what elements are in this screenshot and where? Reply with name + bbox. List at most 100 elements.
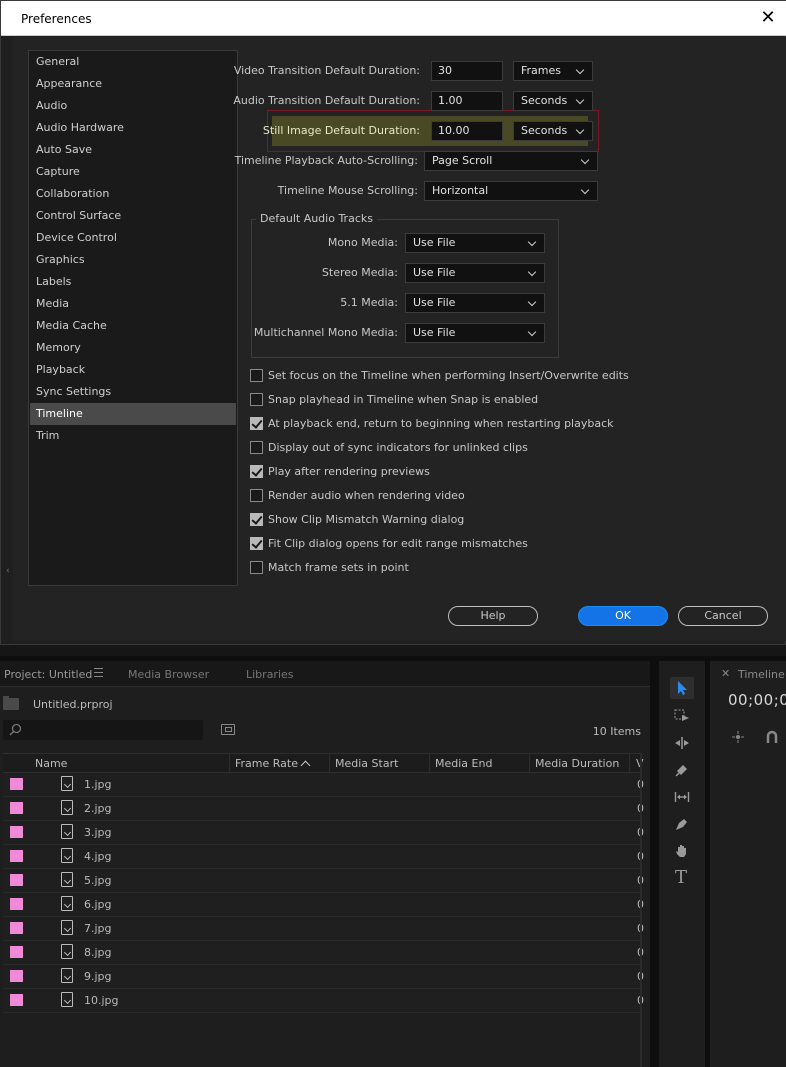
razor-tool[interactable]: [670, 759, 694, 781]
unchecked-checkbox[interactable]: [250, 440, 263, 454]
label-color-swatch[interactable]: [10, 970, 23, 982]
search-input[interactable]: [3, 720, 203, 740]
category-item-sync-settings[interactable]: Sync Settings: [30, 381, 236, 403]
option-checkbox-row[interactable]: Set focus on the Timeline when performin…: [250, 367, 629, 383]
option-checkbox-row[interactable]: Match frame sets in point: [250, 559, 409, 575]
hand-tool[interactable]: [670, 840, 694, 862]
table-row[interactable]: 10.jpg0: [3, 989, 644, 1013]
timeline-timecode[interactable]: 00;00;0: [728, 691, 786, 709]
category-item-device-control[interactable]: Device Control: [30, 227, 236, 249]
pen-icon: [676, 819, 687, 830]
category-item-media-cache[interactable]: Media Cache: [30, 315, 236, 337]
file-name: 5.jpg: [84, 874, 112, 887]
insert-sequence-icon[interactable]: [731, 730, 745, 744]
option-checkbox-row[interactable]: Render audio when rendering video: [250, 487, 465, 503]
table-row[interactable]: 4.jpg0: [3, 845, 644, 869]
snap-magnet-icon[interactable]: [766, 730, 778, 744]
close-button[interactable]: ✕: [757, 7, 779, 29]
track-select-tool[interactable]: [670, 705, 694, 727]
label-color-swatch[interactable]: [10, 874, 23, 886]
option-checkbox-row[interactable]: Play after rendering previews: [250, 463, 430, 479]
ripple-edit-tool[interactable]: [670, 732, 694, 754]
cancel-button[interactable]: Cancel: [678, 606, 768, 626]
new-bin-icon[interactable]: [221, 724, 235, 735]
video-transition-input[interactable]: 30: [431, 61, 503, 81]
column-media-duration[interactable]: Media Duration: [535, 757, 619, 770]
category-item-labels[interactable]: Labels: [30, 271, 236, 293]
label-color-swatch[interactable]: [10, 802, 23, 814]
pen-tool[interactable]: [670, 813, 694, 835]
unchecked-checkbox[interactable]: [250, 368, 263, 382]
mouse-scrolling-dropdown[interactable]: Horizontal: [424, 181, 598, 201]
selection-tool[interactable]: [670, 677, 694, 699]
timeline-close-button[interactable]: ✕: [721, 667, 730, 680]
table-row[interactable]: 7.jpg0: [3, 917, 644, 941]
option-checkbox-row[interactable]: At playback end, return to beginning whe…: [250, 415, 614, 431]
video-transition-unit-dropdown[interactable]: Frames: [513, 61, 593, 81]
option-checkbox-row[interactable]: Display out of sync indicators for unlin…: [250, 439, 528, 455]
checked-checkbox[interactable]: [250, 464, 263, 478]
label-color-swatch[interactable]: [10, 922, 23, 934]
column-name[interactable]: Name: [35, 757, 67, 770]
slip-tool[interactable]: [670, 786, 694, 808]
checked-checkbox[interactable]: [250, 416, 263, 430]
table-row[interactable]: 3.jpg0: [3, 821, 644, 845]
mono-media-dropdown[interactable]: Use File: [405, 233, 545, 253]
still-image-input[interactable]: 10.00: [431, 121, 503, 141]
category-item-media[interactable]: Media: [30, 293, 236, 315]
category-item-memory[interactable]: Memory: [30, 337, 236, 359]
label-color-swatch[interactable]: [10, 826, 23, 838]
table-row[interactable]: 2.jpg0: [3, 797, 644, 821]
table-row[interactable]: 6.jpg0: [3, 893, 644, 917]
column-frame-rate[interactable]: Frame Rate: [235, 757, 298, 770]
project-bin-icon: [3, 696, 19, 710]
file-name: 6.jpg: [84, 898, 112, 911]
category-item-control-surface[interactable]: Control Surface: [30, 205, 236, 227]
type-tool[interactable]: T: [670, 867, 694, 889]
category-item-trim[interactable]: Trim: [30, 425, 236, 447]
label-color-swatch[interactable]: [10, 946, 23, 958]
category-item-graphics[interactable]: Graphics: [30, 249, 236, 271]
category-item-playback[interactable]: Playback: [30, 359, 236, 381]
unchecked-checkbox[interactable]: [250, 488, 263, 502]
vertical-scrollbar[interactable]: [640, 753, 642, 1067]
tab-media-browser[interactable]: Media Browser: [128, 668, 209, 681]
still-image-unit-dropdown[interactable]: Seconds: [513, 121, 593, 141]
label-color-swatch[interactable]: [10, 994, 23, 1006]
column-media-end[interactable]: Media End: [435, 757, 492, 770]
column-media-start[interactable]: Media Start: [335, 757, 398, 770]
file-name: 1.jpg: [84, 778, 112, 791]
label-color-swatch[interactable]: [10, 850, 23, 862]
unchecked-checkbox[interactable]: [250, 560, 263, 574]
tab-project[interactable]: Project: Untitled: [4, 668, 92, 681]
table-row[interactable]: 9.jpg0: [3, 965, 644, 989]
label-color-swatch[interactable]: [10, 898, 23, 910]
multichannel-media-dropdown[interactable]: Use File: [405, 323, 545, 343]
mono-media-label: Mono Media:: [327, 236, 398, 249]
category-item-timeline[interactable]: Timeline: [30, 403, 236, 425]
table-row[interactable]: 1.jpg0: [3, 773, 644, 797]
image-file-icon: [61, 872, 73, 887]
stereo-media-dropdown[interactable]: Use File: [405, 263, 545, 283]
scroll-marker[interactable]: ‹: [6, 566, 10, 576]
label-color-swatch[interactable]: [10, 778, 23, 790]
option-checkbox-row[interactable]: Snap playhead in Timeline when Snap is e…: [250, 391, 538, 407]
auto-scrolling-label: Timeline Playback Auto-Scrolling:: [234, 154, 418, 167]
ok-button[interactable]: OK: [578, 606, 668, 626]
panel-menu-icon[interactable]: [94, 668, 103, 677]
help-button[interactable]: Help: [448, 606, 538, 626]
auto-scrolling-dropdown[interactable]: Page Scroll: [424, 151, 598, 171]
unchecked-checkbox[interactable]: [250, 392, 263, 406]
audio-transition-label: Audio Transition Default Duration:: [233, 94, 420, 107]
five-one-media-dropdown[interactable]: Use File: [405, 293, 545, 313]
checked-checkbox[interactable]: [250, 512, 263, 526]
tab-libraries[interactable]: Libraries: [246, 668, 294, 681]
timeline-title[interactable]: Timeline:: [738, 668, 786, 681]
audio-transition-unit-dropdown[interactable]: Seconds: [513, 91, 593, 111]
option-checkbox-row[interactable]: Fit Clip dialog opens for edit range mis…: [250, 535, 528, 551]
checked-checkbox[interactable]: [250, 536, 263, 550]
table-row[interactable]: 5.jpg0: [3, 869, 644, 893]
audio-transition-input[interactable]: 1.00: [431, 91, 503, 111]
table-row[interactable]: 8.jpg0: [3, 941, 644, 965]
option-checkbox-row[interactable]: Show Clip Mismatch Warning dialog: [250, 511, 464, 527]
